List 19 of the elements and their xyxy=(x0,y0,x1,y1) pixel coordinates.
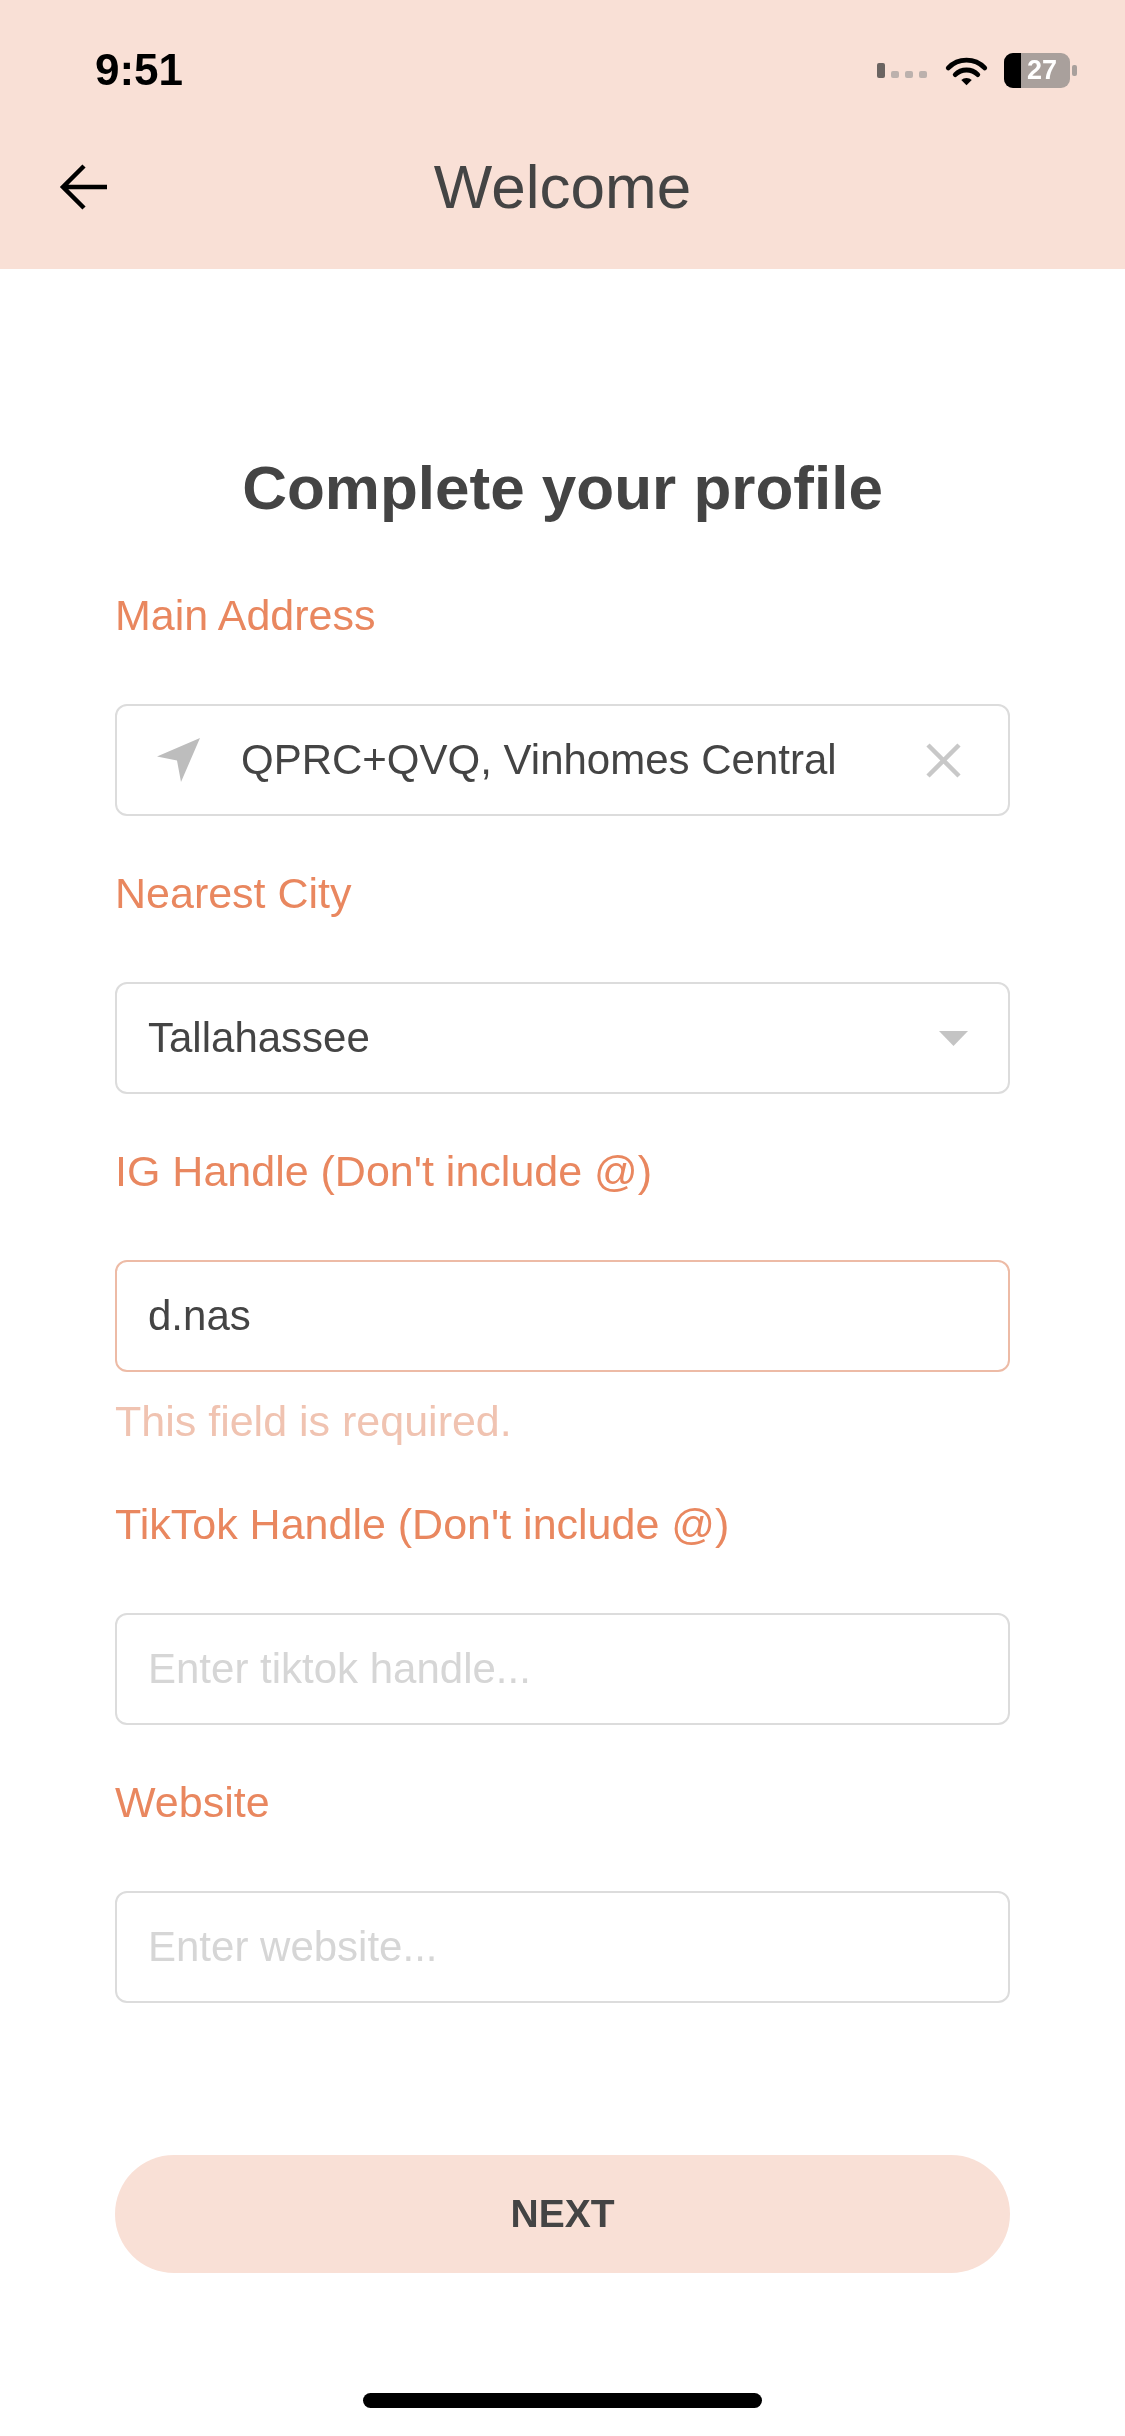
field-label: IG Handle (Don't include @) xyxy=(115,1146,653,1197)
address-field[interactable]: QPRC+QVQ, Vinhomes Central xyxy=(115,704,1010,816)
error-message: This field is required. xyxy=(115,1396,512,1447)
battery-percent: 27 xyxy=(1027,56,1057,84)
field-label: Main Address xyxy=(115,590,376,641)
city-select[interactable]: Tallahassee xyxy=(115,982,1010,1094)
field-label: Nearest City xyxy=(115,868,352,919)
location-arrow-icon xyxy=(155,737,202,783)
status-time: 9:51 xyxy=(95,48,184,92)
field-label: Website xyxy=(115,1777,270,1828)
caret-icon xyxy=(939,1030,968,1046)
battery-icon xyxy=(1004,52,1077,88)
signal-icon xyxy=(877,62,929,78)
input-field[interactable]: d.nas xyxy=(115,1260,1010,1372)
field-label: TikTok Handle (Don't include @) xyxy=(115,1499,730,1550)
next-button[interactable]: NEXT xyxy=(115,2155,1010,2273)
form-title: Complete your profile xyxy=(242,452,883,524)
back-arrow-icon[interactable] xyxy=(59,162,109,211)
screen-title: Welcome xyxy=(433,150,692,223)
